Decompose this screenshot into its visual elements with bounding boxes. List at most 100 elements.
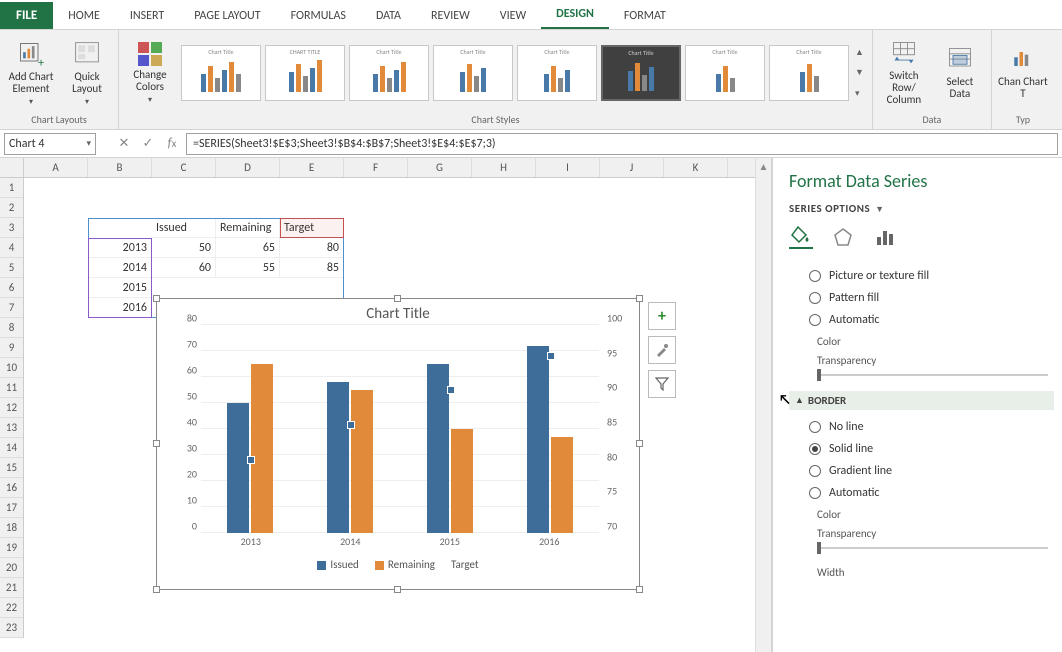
chart-style-3[interactable]: Chart Title [349,45,429,101]
row-header-21[interactable]: 21 [0,578,23,598]
tab-page-layout[interactable]: PAGE LAYOUT [179,3,275,29]
cell-B5[interactable]: 2014 [88,258,152,278]
chart-style-8[interactable]: Chart Title [769,45,849,101]
tab-formulas[interactable]: FORMULAS [276,3,361,29]
fill-line-tab[interactable] [789,225,813,249]
row-header-19[interactable]: 19 [0,538,23,558]
row-header-23[interactable]: 23 [0,618,23,638]
row-header-22[interactable]: 22 [0,598,23,618]
row-header-10[interactable]: 10 [0,358,23,378]
embedded-chart[interactable]: Chart Title 01020304050607080 7075808590… [156,298,640,590]
border-solid-line-radio[interactable]: Solid line [789,438,1054,460]
worksheet-grid[interactable]: ABCDEFGHIJK 1234567891011121314151617181… [0,158,772,652]
row-header-12[interactable]: 12 [0,398,23,418]
border-gradient-line-radio[interactable]: Gradient line [789,460,1054,482]
chart-style-2[interactable]: CHART TITLE [265,45,345,101]
chart-legend[interactable]: Issued Remaining Target [157,558,639,571]
col-header-I[interactable]: I [536,158,600,177]
quick-layout-button[interactable]: Quick Layout▾ [62,40,112,106]
legend-issued[interactable]: Issued [317,558,358,571]
legend-target[interactable]: Target [451,558,479,571]
select-all-corner[interactable] [0,158,24,178]
row-headers[interactable]: 1234567891011121314151617181920212223 [0,178,24,638]
select-data-button[interactable]: Select Data [935,45,985,100]
col-header-H[interactable]: H [472,158,536,177]
border-no-line-radio[interactable]: No line [789,416,1054,438]
chart-filters-button[interactable] [648,370,676,398]
fx-button[interactable]: fx [160,133,184,155]
chart-style-1[interactable]: Chart Title [181,45,261,101]
row-header-18[interactable]: 18 [0,518,23,538]
col-header-J[interactable]: J [600,158,664,177]
tab-format[interactable]: FORMAT [609,3,681,29]
secondary-y-axis[interactable]: 707580859095100 [603,325,633,533]
tab-data[interactable]: DATA [361,3,416,29]
row-header-13[interactable]: 13 [0,418,23,438]
row-header-3[interactable]: 3 [0,218,23,238]
tab-review[interactable]: REVIEW [416,3,485,29]
effects-tab[interactable] [831,225,855,249]
chart-title[interactable]: Chart Title [157,299,639,325]
row-header-17[interactable]: 17 [0,498,23,518]
chart-elements-button[interactable]: + [648,302,676,330]
chart-styles-button[interactable] [648,336,676,364]
cell-C5[interactable]: 60 [152,258,216,278]
change-chart-type-button[interactable]: Chan Chart T [998,45,1048,100]
row-header-4[interactable]: 4 [0,238,23,258]
fill-automatic-radio[interactable]: Automatic [789,309,1054,331]
pane-subtitle[interactable]: SERIES OPTIONS ▼ [789,202,1054,215]
row-header-1[interactable]: 1 [0,178,23,198]
fill-picture-radio[interactable]: Picture or texture fill [789,265,1054,287]
col-header-E[interactable]: E [280,158,344,177]
col-header-G[interactable]: G [408,158,472,177]
col-header-K[interactable]: K [664,158,728,177]
style-gallery-more[interactable]: ▲▼▾ [853,45,866,101]
tab-insert[interactable]: INSERT [115,3,179,29]
cell-E5[interactable]: 85 [280,258,344,278]
name-box[interactable]: Chart 4▾ [4,133,96,155]
row-header-20[interactable]: 20 [0,558,23,578]
row-header-14[interactable]: 14 [0,438,23,458]
chart-plot-area[interactable]: 01020304050607080 707580859095100 [201,325,599,533]
col-header-D[interactable]: D [216,158,280,177]
vertical-scrollbar[interactable]: ▲ [755,158,771,652]
row-header-5[interactable]: 5 [0,258,23,278]
col-header-B[interactable]: B [88,158,152,177]
enter-formula-button[interactable]: ✓ [136,133,160,155]
row-header-8[interactable]: 8 [0,318,23,338]
series-options-tab[interactable] [873,225,897,249]
row-header-11[interactable]: 11 [0,378,23,398]
tab-design[interactable]: DESIGN [541,1,609,29]
tab-file[interactable]: FILE [0,2,53,29]
fill-transparency-slider[interactable] [817,369,1048,381]
col-header-A[interactable]: A [24,158,88,177]
cell-B4[interactable]: 2013 [88,238,152,258]
chart-style-7[interactable]: Chart Title [685,45,765,101]
cell-B7[interactable]: 2016 [88,298,152,318]
border-section-header[interactable]: ↖ ▲BORDER [789,391,1054,410]
cell-D4[interactable]: 65 [216,238,280,258]
primary-y-axis[interactable]: 01020304050607080 [171,325,197,533]
x-axis-labels[interactable]: 2013201420152016 [201,535,599,548]
chart-style-5[interactable]: Chart Title [517,45,597,101]
row-header-9[interactable]: 9 [0,338,23,358]
add-chart-element-button[interactable]: + Add Chart Element▾ [6,40,56,106]
cell-E3[interactable]: Target [280,218,344,238]
column-headers[interactable]: ABCDEFGHIJK [24,158,755,178]
row-header-15[interactable]: 15 [0,458,23,478]
col-header-C[interactable]: C [152,158,216,177]
legend-remaining[interactable]: Remaining [375,558,435,571]
row-header-6[interactable]: 6 [0,278,23,298]
col-header-F[interactable]: F [344,158,408,177]
tab-home[interactable]: HOME [53,3,115,29]
formula-input[interactable]: =SERIES(Sheet3!$E$3;Sheet3!$B$4:$B$7;She… [186,133,1058,155]
change-colors-button[interactable]: Change Colors▾ [125,42,175,104]
chart-style-6[interactable]: Chart Title [601,45,681,101]
cell-B6[interactable]: 2015 [88,278,152,298]
cancel-formula-button[interactable]: ✕ [112,133,136,155]
tab-view[interactable]: VIEW [485,3,541,29]
row-header-7[interactable]: 7 [0,298,23,318]
row-header-2[interactable]: 2 [0,198,23,218]
cell-E4[interactable]: 80 [280,238,344,258]
chart-styles-gallery[interactable]: Chart Title CHART TITLE Chart Title Char… [181,45,866,101]
